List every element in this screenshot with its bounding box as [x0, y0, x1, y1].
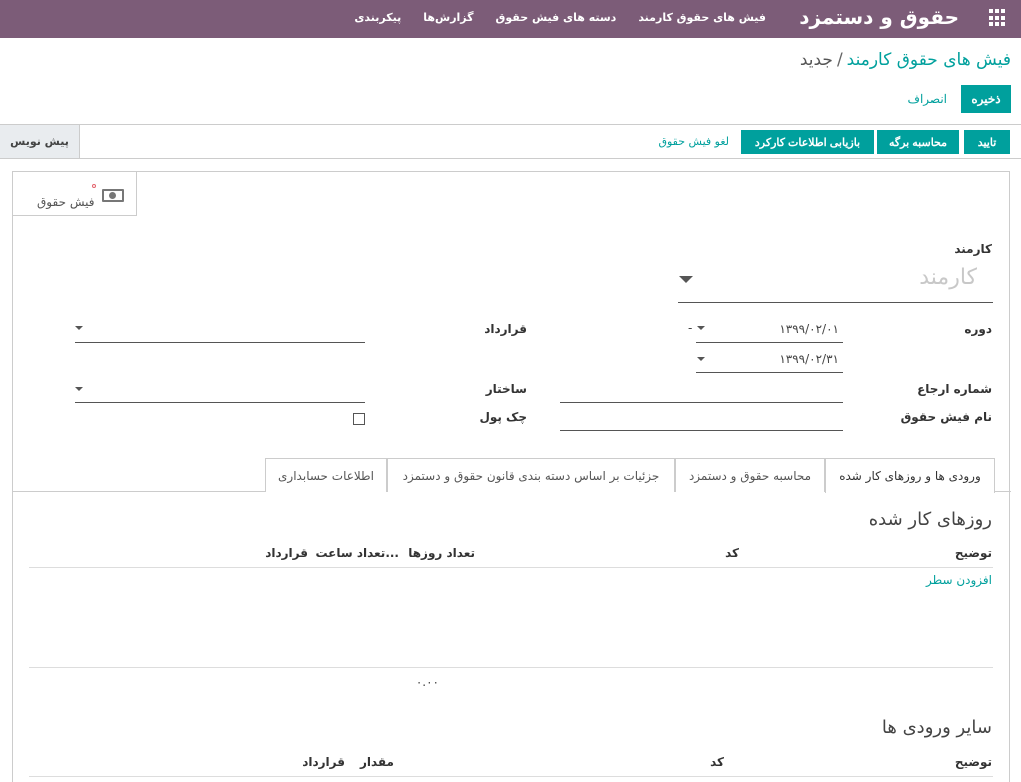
apps-grid-icon[interactable]: [987, 9, 1005, 27]
notebook-tabs: ورودی ها و روزهای کار شده محاسبه حقوق و …: [13, 456, 1011, 493]
money-icon: [102, 189, 124, 202]
tab-worked-days-inputs[interactable]: ورودی ها و روزهای کار شده: [825, 458, 995, 493]
confirm-button[interactable]: تایید: [964, 130, 1010, 154]
other-table-header-divider: [29, 776, 993, 777]
reference-input[interactable]: [560, 402, 843, 403]
breadcrumb-separator: /: [836, 50, 843, 70]
menu-item-reports[interactable]: گزارش‌ها: [423, 11, 473, 24]
app-title: حقوق و دستمزد: [799, 5, 959, 29]
discard-button[interactable]: انصراف: [908, 92, 947, 106]
date-to-underline: [696, 372, 843, 373]
other-col-contract[interactable]: قرارداد: [302, 755, 345, 769]
other-inputs-title: سایر ورودی ها: [881, 717, 992, 738]
menu-item-configuration[interactable]: پیکربندی: [354, 11, 401, 24]
menu-item-employee-payslips[interactable]: فیش های حقوق کارمند: [638, 11, 766, 24]
save-button[interactable]: ذخیره: [961, 85, 1011, 113]
date-to-input[interactable]: ۱۳۹۹/۰۲/۳۱: [779, 352, 839, 366]
col-contract[interactable]: قرارداد: [265, 546, 308, 560]
period-dash: -: [688, 321, 693, 335]
cancel-payslip-button[interactable]: لغو فیش حقوق: [658, 135, 729, 148]
col-code[interactable]: کد: [725, 546, 739, 560]
tab-salary-computation[interactable]: محاسبه حقوق و دستمزد: [675, 458, 825, 492]
table-footer-divider: [29, 667, 993, 668]
employee-label: کارمند: [954, 242, 992, 256]
payslip-smart-button[interactable]: فیش حقوق: [13, 172, 137, 216]
employee-dropdown-caret-icon[interactable]: [679, 276, 693, 283]
worked-days-title: روزهای کار شده: [868, 509, 992, 530]
menu-item-payslip-batches[interactable]: دسته های فیش حقوق: [496, 11, 617, 24]
breadcrumb-parent[interactable]: فیش های حقوق کارمند: [847, 50, 1011, 70]
col-number-of-hours[interactable]: تعداد ساعت...: [315, 546, 399, 560]
contract-input[interactable]: [75, 342, 365, 343]
other-col-amount[interactable]: مقدار: [360, 755, 394, 769]
contract-label: قرارداد: [484, 322, 527, 336]
main-menu: فیش های حقوق کارمند دسته های فیش حقوق گز…: [354, 11, 766, 24]
add-line-link[interactable]: افزودن سطر: [926, 573, 992, 587]
employee-input[interactable]: کارمند: [919, 265, 977, 290]
date-to-caret-icon[interactable]: [697, 357, 705, 361]
tab-accounting-info[interactable]: اطلاعات حسابداری: [265, 458, 387, 492]
period-label: دوره: [964, 322, 992, 336]
other-col-description[interactable]: توضیح: [955, 755, 992, 769]
reference-label: شماره ارجاع: [917, 382, 992, 396]
worked-days-total: ۰.۰۰: [415, 675, 439, 689]
breadcrumb: فیش های حقوق کارمند/جدید: [800, 50, 1011, 70]
form-sheet: فیش حقوق کارمند کارمند دوره ۱۳۹۹/۰۲/۰۱ -…: [12, 171, 1011, 782]
table-header-divider: [29, 567, 993, 568]
contract-caret-icon[interactable]: [75, 326, 83, 330]
structure-caret-icon[interactable]: [75, 387, 83, 391]
compute-sheet-button[interactable]: محاسبه برگه: [877, 130, 959, 154]
date-from-caret-icon[interactable]: [697, 326, 705, 330]
employee-field-underline: [678, 302, 993, 303]
breadcrumb-current: جدید: [799, 50, 833, 70]
recompute-worked-days-button[interactable]: بازیابی اطلاعات کارکرد: [741, 130, 874, 154]
col-description[interactable]: توضیح: [955, 546, 992, 560]
date-from-underline: [696, 342, 843, 343]
col-number-of-days[interactable]: تعداد روزها: [408, 546, 475, 560]
status-bar: تایید محاسبه برگه بازیابی اطلاعات کارکرد…: [0, 125, 1021, 159]
payslip-name-label: نام فیش حقوق: [900, 410, 992, 424]
payslip-name-input[interactable]: [560, 430, 843, 431]
notification-dot: [92, 184, 96, 188]
other-col-code[interactable]: کد: [710, 755, 724, 769]
control-panel: فیش های حقوق کارمند/جدید ذخیره انصراف: [0, 38, 1021, 125]
structure-input[interactable]: [75, 402, 365, 403]
top-navbar: حقوق و دستمزد فیش های حقوق کارمند دسته ه…: [0, 0, 1021, 38]
date-from-input[interactable]: ۱۳۹۹/۰۲/۰۱: [779, 322, 839, 336]
payslip-smart-button-label: فیش حقوق: [37, 195, 95, 209]
credit-note-checkbox[interactable]: [353, 413, 365, 425]
tab-details-by-rule-category[interactable]: جزئیات بر اساس دسته بندی قانون حقوق و دس…: [387, 458, 675, 492]
structure-label: ساختار: [485, 382, 527, 396]
status-stage-draft[interactable]: پیش نویس: [0, 125, 80, 158]
credit-note-label: چک پول: [479, 410, 527, 424]
